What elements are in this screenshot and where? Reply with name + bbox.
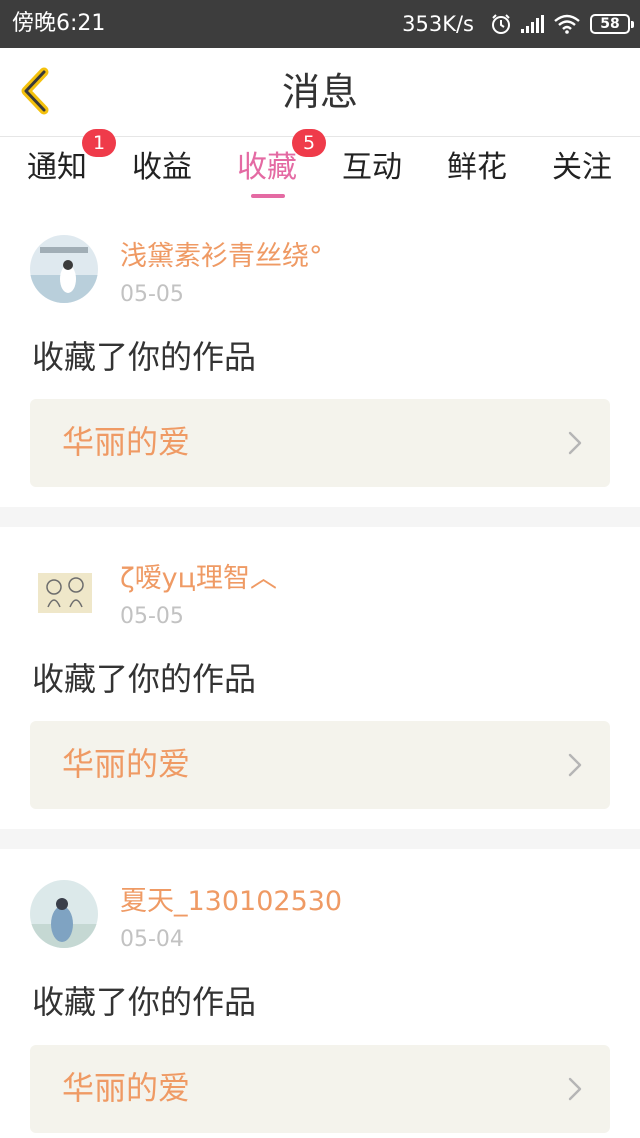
tab-bar: 通知 1 收益 收藏 5 互动 鲜花 关注 — [0, 129, 640, 203]
work-link[interactable]: 华丽的爱 — [30, 399, 610, 487]
avatar[interactable] — [30, 235, 98, 303]
work-link[interactable]: 华丽的爱 — [30, 721, 610, 809]
favorites-badge: 5 — [292, 129, 326, 157]
net-speed: 353K/s — [402, 12, 474, 36]
signal-icon — [520, 14, 546, 34]
wifi-icon — [554, 14, 580, 34]
username[interactable]: 浅黛素衫青丝绕° — [120, 239, 323, 275]
header-bar: 消息 — [0, 48, 640, 137]
notice-badge: 1 — [82, 129, 116, 157]
work-title: 华丽的爱 — [62, 423, 191, 461]
tab-flowers[interactable]: 鲜花 — [427, 147, 527, 189]
work-title: 华丽的爱 — [62, 1069, 191, 1107]
work-title: 华丽的爱 — [62, 745, 191, 783]
list-item: 夏天_130102530 05-04 收藏了你的作品 华丽的爱 — [0, 849, 640, 1138]
username[interactable]: ζ嗳yц理智︿ — [120, 561, 277, 597]
alarm-icon — [490, 13, 512, 35]
activity-message: 收藏了你的作品 — [32, 983, 257, 1021]
date: 05-05 — [120, 604, 184, 629]
battery-icon: 58 — [590, 14, 634, 34]
active-tab-indicator — [251, 194, 285, 198]
status-right-group: 353K/s 58 — [402, 10, 634, 38]
avatar[interactable] — [30, 557, 98, 625]
tab-earnings[interactable]: 收益 — [112, 147, 212, 189]
chevron-right-icon — [568, 431, 582, 455]
chevron-right-icon — [568, 1077, 582, 1101]
tab-follow[interactable]: 关注 — [532, 147, 632, 189]
section-divider — [0, 829, 640, 849]
status-bar: 傍晚6:21 353K/s 58 — [0, 0, 640, 48]
chevron-right-icon — [568, 753, 582, 777]
list-item: ζ嗳yц理智︿ 05-05 收藏了你的作品 华丽的爱 — [0, 527, 640, 827]
section-divider — [0, 507, 640, 527]
battery-level: 58 — [600, 16, 620, 32]
activity-message: 收藏了你的作品 — [32, 338, 257, 376]
avatar[interactable] — [30, 880, 98, 948]
activity-message: 收藏了你的作品 — [32, 660, 257, 698]
page-title: 消息 — [281, 70, 358, 114]
list-item: 浅黛素衫青丝绕° 05-05 收藏了你的作品 华丽的爱 — [0, 203, 640, 505]
date: 05-04 — [120, 927, 184, 952]
username[interactable]: 夏天_130102530 — [120, 884, 342, 920]
status-time: 傍晚6:21 — [12, 11, 106, 36]
work-link[interactable]: 华丽的爱 — [30, 1045, 610, 1133]
date: 05-05 — [120, 282, 184, 307]
tab-interaction[interactable]: 互动 — [322, 147, 422, 189]
